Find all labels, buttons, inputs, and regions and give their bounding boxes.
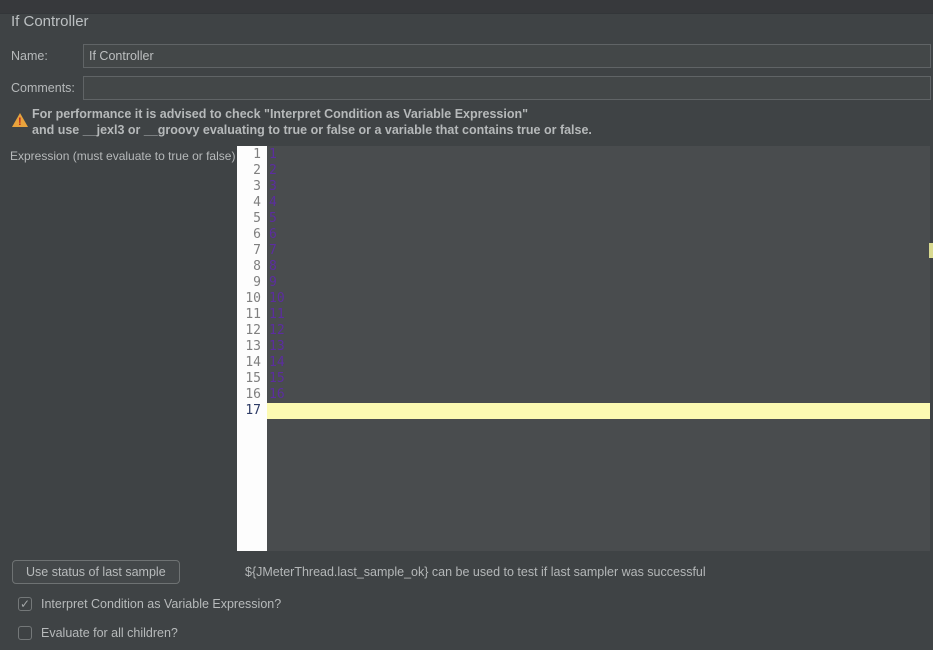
line-number: 6 — [237, 227, 267, 243]
code-line: 12 — [267, 323, 930, 339]
use-status-of-last-sample-button[interactable]: Use status of last sample — [12, 560, 180, 584]
code-line: 10 — [267, 291, 930, 307]
line-number: 3 — [237, 179, 267, 195]
name-input[interactable] — [83, 44, 931, 68]
page-title: If Controller — [11, 13, 89, 30]
code-line: 15 — [267, 371, 930, 387]
comments-label: Comments: — [11, 81, 75, 95]
code-line: 1 — [267, 147, 930, 163]
line-number: 1 — [237, 147, 267, 163]
line-number: 7 — [237, 243, 267, 259]
expression-label: Expression (must evaluate to true or fal… — [10, 149, 235, 163]
last-sample-helper-text: ${JMeterThread.last_sample_ok} can be us… — [245, 565, 706, 579]
editor-content[interactable]: 12345678910111213141516 — [267, 146, 930, 551]
warning-exclamation: ! — [18, 116, 22, 128]
line-number: 4 — [237, 195, 267, 211]
warning-text-line2: and use __jexl3 or __groovy evaluating t… — [32, 123, 592, 137]
editor-gutter: 1234567891011121314151617 — [237, 146, 267, 551]
code-line: 8 — [267, 259, 930, 275]
code-line: 16 — [267, 387, 930, 403]
line-number: 17 — [237, 403, 267, 419]
code-line: 9 — [267, 275, 930, 291]
code-line: 14 — [267, 355, 930, 371]
comments-input[interactable] — [83, 76, 931, 100]
evaluate-all-children-row: Evaluate for all children? — [18, 626, 178, 640]
line-number: 15 — [237, 371, 267, 387]
line-number: 9 — [237, 275, 267, 291]
interpret-condition-checkbox[interactable]: ✓ — [18, 597, 32, 611]
code-line: 6 — [267, 227, 930, 243]
code-line: 4 — [267, 195, 930, 211]
line-number: 12 — [237, 323, 267, 339]
line-number: 11 — [237, 307, 267, 323]
line-number: 2 — [237, 163, 267, 179]
code-line: 2 — [267, 163, 930, 179]
interpret-condition-row: ✓ Interpret Condition as Variable Expres… — [18, 597, 281, 611]
code-line: 3 — [267, 179, 930, 195]
code-line: 11 — [267, 307, 930, 323]
line-number: 8 — [237, 259, 267, 275]
window-top-strip — [0, 0, 933, 14]
interpret-condition-label: Interpret Condition as Variable Expressi… — [41, 597, 281, 611]
line-number: 5 — [237, 211, 267, 227]
line-number: 16 — [237, 387, 267, 403]
evaluate-all-children-label: Evaluate for all children? — [41, 626, 178, 640]
expression-editor[interactable]: 1234567891011121314151617 12345678910111… — [237, 146, 930, 551]
code-line: 13 — [267, 339, 930, 355]
line-number: 10 — [237, 291, 267, 307]
evaluate-all-children-checkbox[interactable] — [18, 626, 32, 640]
code-line: 5 — [267, 211, 930, 227]
name-label: Name: — [11, 49, 48, 63]
warning-text-line1: For performance it is advised to check "… — [32, 107, 528, 121]
line-number: 14 — [237, 355, 267, 371]
code-line: 7 — [267, 243, 930, 259]
code-line — [267, 403, 930, 419]
error-strip-caret-marker — [929, 243, 933, 258]
line-number: 13 — [237, 339, 267, 355]
